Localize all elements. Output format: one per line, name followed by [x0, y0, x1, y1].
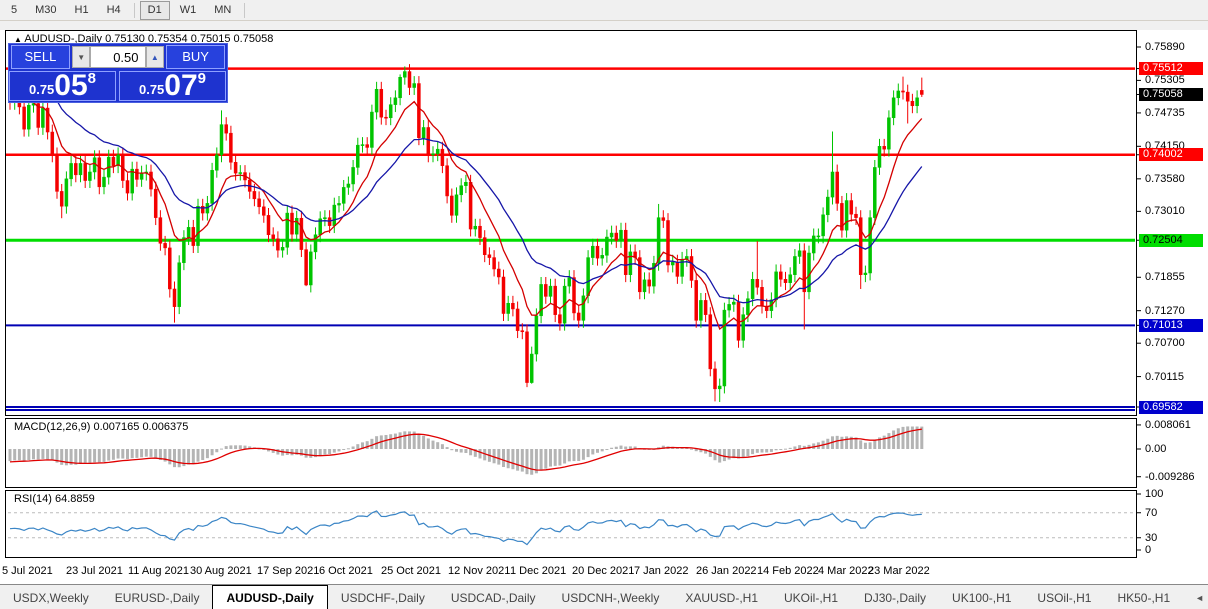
timeframe-button-d1[interactable]: D1: [140, 1, 170, 20]
tab-ukoil-h1[interactable]: UKOil-,H1: [771, 585, 851, 609]
rsi-pane[interactable]: [5, 490, 1137, 558]
macd-label: MACD(12,26,9) 0.007165 0.006375: [14, 421, 188, 433]
date-tick-label: 25 Oct 2021: [381, 565, 441, 577]
price-tick-label: 0.70700: [1145, 337, 1185, 349]
timeframe-button-m30[interactable]: M30: [27, 1, 64, 20]
tab-dj30-daily[interactable]: DJ30-,Daily: [851, 585, 939, 609]
price-tick-label: 0.74735: [1145, 107, 1185, 119]
price-tick-label: 0.73010: [1145, 205, 1185, 217]
rsi-name: RSI(14): [14, 493, 52, 505]
timeframe-toolbar: 5M30H1H4 D1W1MN: [0, 0, 1208, 21]
tab-usdcad-daily[interactable]: USDCAD-,Daily: [438, 585, 549, 609]
one-click-trade-panel: SELL ▼ 0.50 ▲ BUY 0.75058 0.75079: [8, 43, 228, 103]
macd-tick-label: -0.009286: [1145, 471, 1195, 483]
trading-platform-window: 5M30H1H4D1W1MN ▲ AUDUSD-,Daily 0.75130 0…: [0, 0, 1208, 609]
rsi-tick-label: 100: [1145, 488, 1163, 500]
price-level-badge: 0.75058: [1139, 88, 1203, 101]
date-tick-label: 23 Mar 2022: [868, 565, 930, 577]
buy-button[interactable]: BUY: [166, 45, 225, 69]
rsi-value: 64.8859: [55, 493, 95, 505]
macd-value: 0.007165: [93, 421, 139, 433]
macd-signal-value: 0.006375: [142, 421, 188, 433]
volume-decrease-button[interactable]: ▼: [72, 46, 91, 68]
tab-usoil-h1[interactable]: USOil-,H1: [1024, 585, 1104, 609]
sell-price-prefix: 0.75: [29, 82, 54, 100]
date-tick-label: 14 Feb 2022: [757, 565, 819, 577]
macd-tick-label: 0.008061: [1145, 419, 1191, 431]
tab-usdchf-daily[interactable]: USDCHF-,Daily: [328, 585, 438, 609]
price-tick-label: 0.70115: [1145, 371, 1184, 383]
price-tick-label: 0.71270: [1145, 305, 1185, 317]
symbol-tabbar: USDX,WeeklyEURUSD-,DailyAUDUSD-,DailyUSD…: [0, 584, 1208, 609]
price-tick-label: 0.71855: [1145, 271, 1185, 283]
volume-increase-button[interactable]: ▲: [146, 46, 165, 68]
date-tick-label: 26 Jan 2022: [696, 565, 757, 577]
price-level-badge: 0.71013: [1139, 319, 1203, 332]
price-level-badge: 0.69582: [1139, 401, 1203, 414]
price-level-badge: 0.74002: [1139, 148, 1203, 161]
volume-input[interactable]: 0.50: [90, 46, 145, 68]
rsi-tick-label: 30: [1145, 532, 1157, 544]
price-level-badge: 0.75512: [1139, 62, 1203, 75]
sell-button[interactable]: SELL: [11, 45, 70, 69]
timeframe-button-5[interactable]: 5: [3, 1, 25, 20]
tab-eurusd-daily[interactable]: EURUSD-,Daily: [102, 585, 213, 609]
price-level-badge: 0.72504: [1139, 234, 1203, 247]
macd-name: MACD(12,26,9): [14, 421, 90, 433]
macd-tick-label: 0.00: [1145, 443, 1166, 455]
tab-scroll-arrows: ◄►: [1183, 585, 1208, 609]
buy-price-big: 07: [164, 72, 197, 100]
price-tick-label: 0.73580: [1145, 173, 1185, 185]
rsi-tick-label: 70: [1145, 507, 1157, 519]
date-tick-label: 12 Nov 2021: [448, 565, 510, 577]
date-tick-label: 1 Dec 2021: [510, 565, 566, 577]
date-tick-label: 4 Mar 2022: [818, 565, 874, 577]
rsi-tick-label: 0: [1145, 544, 1151, 556]
price-tick-label: 0.75305: [1145, 74, 1185, 86]
tab-scroll-left-icon[interactable]: ◄: [1195, 593, 1204, 603]
sell-price-big: 05: [54, 72, 87, 100]
toolbar-separator: [134, 3, 135, 18]
date-tick-label: 7 Jan 2022: [634, 565, 688, 577]
date-tick-label: 20 Dec 2021: [572, 565, 634, 577]
tab-usdx-weekly[interactable]: USDX,Weekly: [0, 585, 102, 609]
sell-price-display[interactable]: 0.75058: [9, 71, 116, 101]
tab-audusd-daily[interactable]: AUDUSD-,Daily: [212, 585, 327, 609]
price-tick-label: 0.75890: [1145, 41, 1185, 53]
date-tick-label: 30 Aug 2021: [190, 565, 252, 577]
tab-hk50-h1[interactable]: HK50-,H1: [1104, 585, 1183, 609]
chart-close-value: 0.75058: [234, 33, 274, 45]
buy-price-display[interactable]: 0.75079: [119, 71, 226, 101]
date-tick-label: 6 Oct 2021: [319, 565, 373, 577]
rsi-label: RSI(14) 64.8859: [14, 493, 95, 505]
timeframe-button-h4[interactable]: H4: [99, 1, 129, 20]
tab-xauusd-h1[interactable]: XAUUSD-,H1: [672, 585, 771, 609]
timeframe-button-mn[interactable]: MN: [206, 1, 239, 20]
date-tick-label: 23 Jul 2021: [66, 565, 123, 577]
buy-price-pip: 9: [198, 72, 206, 86]
tab-uk100-h1[interactable]: UK100-,H1: [939, 585, 1024, 609]
date-tick-label: 11 Aug 2021: [128, 565, 189, 577]
timeframe-button-w1[interactable]: W1: [172, 1, 205, 20]
buy-price-prefix: 0.75: [139, 82, 164, 100]
toolbar-separator: [244, 3, 245, 18]
date-tick-label: 17 Sep 2021: [257, 565, 319, 577]
sell-price-pip: 8: [88, 72, 96, 86]
timeframe-button-h1[interactable]: H1: [67, 1, 97, 20]
date-tick-label: 5 Jul 2021: [2, 565, 53, 577]
tab-usdcnh-weekly[interactable]: USDCNH-,Weekly: [549, 585, 673, 609]
